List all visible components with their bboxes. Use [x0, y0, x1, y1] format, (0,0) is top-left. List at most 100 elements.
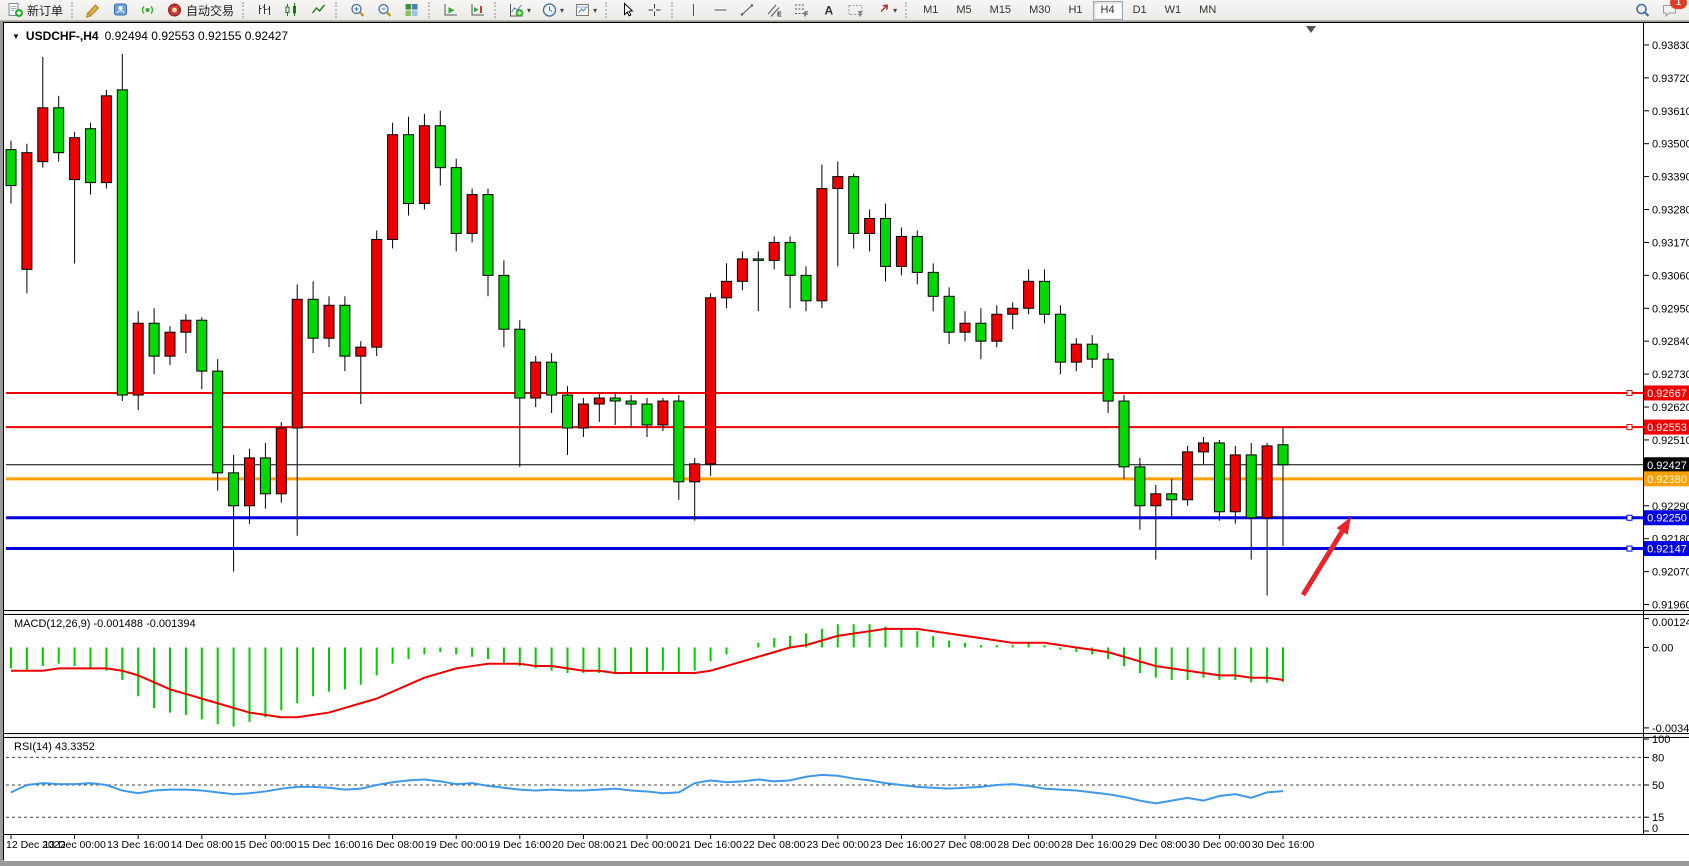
price-tick-label: 0.92620	[1652, 402, 1689, 414]
chart-canvas[interactable]: 0.93830 0.93720 0.93610 0.93500 0.93390 …	[4, 23, 1689, 866]
timeframe-h4-button[interactable]: H4	[1093, 1, 1123, 20]
notification-badge[interactable]: 1	[1670, 0, 1687, 9]
channel-button[interactable]: E	[762, 0, 787, 21]
time-tick-label: 21 Dec 00:00	[616, 839, 679, 851]
chat-button[interactable]: 1	[1657, 0, 1682, 21]
time-tick-label: 28 Dec 00:00	[997, 839, 1060, 851]
timeframe-d1-button[interactable]: D1	[1125, 1, 1155, 20]
terminal-button[interactable]	[108, 0, 133, 21]
fibonacci-button[interactable]: F	[789, 0, 814, 21]
zoom-in-button[interactable]	[345, 0, 370, 21]
candle-body	[499, 275, 509, 329]
svg-text:50: 50	[1652, 780, 1664, 792]
zoom-out-button[interactable]	[372, 0, 397, 21]
chart-candles-button[interactable]	[279, 0, 304, 21]
chart-line-button[interactable]	[306, 0, 331, 21]
label-icon: T	[847, 2, 864, 18]
periods-button[interactable]: ▾	[537, 0, 568, 21]
hline-handle[interactable]	[1627, 546, 1632, 551]
time-tick-label: 13 Dec 16:00	[107, 839, 170, 851]
indicators-dropdown-icon[interactable]: ▾	[527, 6, 531, 15]
channel-icon: E	[766, 2, 783, 18]
symbol-dropdown-icon[interactable]: ▼	[12, 32, 20, 41]
toolbar-separator	[905, 2, 911, 18]
cursor-button[interactable]	[615, 0, 640, 21]
indicators-button[interactable]: ▾	[504, 0, 535, 21]
candle-body	[865, 219, 875, 234]
timeframe-m1-button[interactable]: M1	[915, 1, 946, 20]
price-tag-0.92667: 0.92667	[1644, 385, 1689, 400]
trendline-button[interactable]	[735, 0, 760, 21]
candle-body	[1262, 446, 1272, 518]
symbol-title: ▼ USDCHF-,H4 0.92494 0.92553 0.92155 0.9…	[12, 29, 288, 43]
templates-button[interactable]: ▾	[570, 0, 601, 21]
candle-body	[54, 108, 64, 153]
timeframe-m30-button[interactable]: M30	[1021, 1, 1058, 20]
timeframe-w1-button[interactable]: W1	[1157, 1, 1190, 20]
candle-body	[1214, 443, 1224, 512]
price-tick-label: 0.92840	[1652, 336, 1689, 348]
timeframe-mn-button[interactable]: MN	[1191, 1, 1224, 20]
chart-bars-icon	[256, 2, 273, 18]
signal-button[interactable]	[135, 0, 160, 21]
auto-scroll-button[interactable]	[438, 0, 463, 21]
candle-body	[594, 398, 604, 404]
vline-button[interactable]	[681, 0, 706, 21]
candle-body	[1278, 445, 1288, 465]
arrows-button[interactable]: ▾	[870, 0, 901, 21]
timeframe-m5-button[interactable]: M5	[948, 1, 979, 20]
templates-dropdown-icon[interactable]: ▾	[593, 6, 597, 15]
candle-body	[642, 404, 652, 425]
toolbar-separator	[494, 2, 500, 18]
zoom-in-icon	[349, 2, 366, 18]
candle-body	[165, 332, 175, 356]
price-tick-label: 0.93390	[1652, 172, 1689, 184]
hline-handle[interactable]	[1627, 515, 1632, 520]
arrows-dropdown-icon[interactable]: ▾	[893, 6, 897, 15]
candle-body	[70, 138, 80, 180]
candle-body	[292, 299, 302, 428]
time-tick-label: 23 Dec 00:00	[807, 839, 870, 851]
candle-body	[1246, 455, 1256, 518]
candle-body	[388, 135, 398, 240]
candle-body	[276, 428, 286, 494]
candle-body	[944, 296, 954, 332]
candle-body	[149, 323, 159, 356]
auto-trading-button[interactable]: 自动交易	[162, 0, 238, 21]
time-tick-label: 22 Dec 08:00	[743, 839, 806, 851]
label-button[interactable]: T	[843, 0, 868, 21]
candle-body	[785, 242, 795, 275]
time-tick-label: 14 Dec 08:00	[171, 839, 234, 851]
time-tick-label: 21 Dec 16:00	[679, 839, 742, 851]
chart-bars-button[interactable]	[252, 0, 277, 21]
svg-text:0.00: 0.00	[1652, 642, 1673, 654]
hline-handle[interactable]	[1627, 425, 1632, 430]
tile-windows-button[interactable]	[399, 0, 424, 21]
new-order-button[interactable]: 新订单	[3, 0, 67, 21]
timeframe-m15-button[interactable]: M15	[982, 1, 1019, 20]
text-icon: A	[820, 2, 837, 18]
candle-body	[245, 458, 255, 506]
time-tick-label: 15 Dec 00:00	[234, 839, 297, 851]
search-button[interactable]	[1630, 0, 1655, 21]
candle-body	[1008, 308, 1018, 314]
text-button[interactable]: A	[816, 0, 841, 21]
timeframe-h1-button[interactable]: H1	[1060, 1, 1090, 20]
candle-body	[626, 401, 636, 404]
hline-button[interactable]	[708, 0, 733, 21]
time-tick-label: 13 Dec 00:00	[43, 839, 106, 851]
periods-icon	[541, 2, 558, 18]
candle-body	[769, 242, 779, 260]
periods-dropdown-icon[interactable]: ▾	[560, 6, 564, 15]
candle-body	[992, 314, 1002, 341]
price-tick-label: 0.93720	[1652, 73, 1689, 85]
toolbar-separator	[605, 2, 611, 18]
candle-body	[340, 305, 350, 356]
candle-body	[515, 329, 525, 398]
candle-body	[753, 259, 763, 261]
candle-body	[912, 236, 922, 272]
crayon-button[interactable]	[81, 0, 106, 21]
hline-handle[interactable]	[1627, 390, 1632, 395]
crosshair-button[interactable]	[642, 0, 667, 21]
chart-shift-button[interactable]	[465, 0, 490, 21]
